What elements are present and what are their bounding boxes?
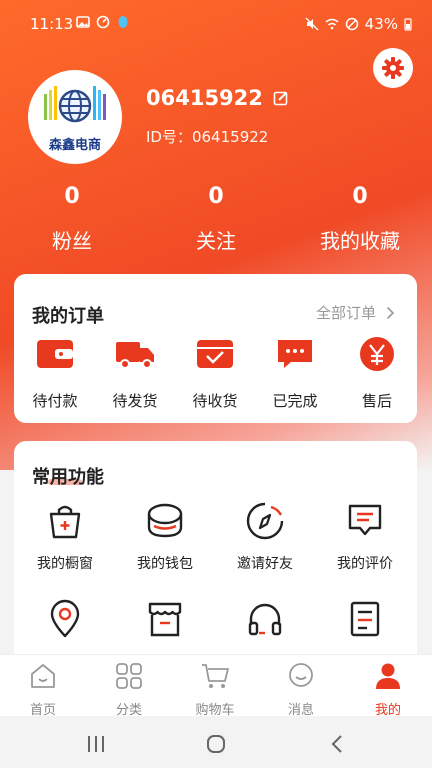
order-label: 待收货 [192,392,238,410]
tool-customer-service[interactable] [215,599,315,651]
avatar[interactable]: 森鑫电商 [28,70,122,164]
stat-label: 关注 [196,229,236,253]
order-label: 待发货 [112,392,158,410]
tab-category[interactable]: 分类 [86,661,172,718]
dnd-icon [345,17,358,31]
stat-value: 0 [208,184,224,209]
tool-label: 邀请好友 [237,556,293,572]
bottom-tab-bar: 首页 分类 购物车 消息 我的 [0,654,432,718]
gear-icon [382,57,404,79]
user-id: ID号：06415922 [146,128,269,146]
home-icon [31,664,55,688]
tab-messages[interactable]: 消息 [258,661,344,718]
qq-icon [118,16,128,28]
order-label: 售后 [361,392,392,410]
cart-icon [202,664,229,688]
tools-title: 常用功能 [32,467,104,488]
status-bar: 11:13 43% [0,0,432,46]
tool-documents[interactable] [315,599,415,651]
orders-title: 我的订单 [32,306,104,327]
wifi-icon [325,18,339,30]
all-orders-link[interactable]: 全部订单 [316,302,395,323]
order-pending-payment[interactable]: 待付款 [15,336,95,411]
location-icon [50,599,80,638]
orders-card: 我的订单 全部订单 待付款 待发货 待收货 已完成 售后 [14,274,417,423]
stat-value: 0 [64,184,80,209]
tool-address[interactable] [15,599,115,651]
stat-following[interactable]: 0 关注 [146,184,286,254]
username: 06415922 [146,86,263,110]
username-row: 06415922 [146,86,289,110]
order-completed[interactable]: 已完成 [255,336,335,411]
image-icon [76,16,90,28]
tool-label: 我的钱包 [137,556,193,572]
logo-text: 森鑫电商 [48,138,101,153]
category-icon [116,663,142,689]
yen-icon [360,337,394,371]
chat-done-icon [278,340,312,368]
shop-bag-icon [49,505,81,539]
status-time: 11:13 [30,15,74,33]
compass-icon [246,502,284,540]
tab-home[interactable]: 首页 [0,661,86,718]
tool-label: 我的评价 [337,556,393,572]
tab-mine[interactable]: 我的 [345,661,431,718]
battery-percent: 43% [364,15,398,33]
tab-cart[interactable]: 购物车 [172,661,258,718]
order-label: 已完成 [272,392,318,410]
tool-wallet[interactable]: 我的钱包 [115,501,215,573]
chevron-right-icon [386,306,395,319]
tool-invite-friends[interactable]: 邀请好友 [215,501,315,573]
document-icon [350,601,380,637]
edit-icon[interactable] [273,90,289,106]
system-nav-bar [0,716,432,768]
receive-icon [197,340,233,368]
stat-favorites[interactable]: 0 我的收藏 [290,184,430,254]
wallet-coins-icon [147,503,183,538]
stat-label: 我的收藏 [320,229,400,253]
order-after-sale[interactable]: 售后 [337,336,417,411]
stat-fans[interactable]: 0 粉丝 [2,184,142,254]
truck-icon [116,342,154,369]
battery-icon [404,18,412,31]
comment-icon [348,504,382,536]
tool-label: 我的橱窗 [37,556,93,572]
order-pending-shipment[interactable]: 待发货 [95,336,175,411]
tool-my-reviews[interactable]: 我的评价 [315,501,415,573]
tool-showcase[interactable]: 我的橱窗 [15,501,115,573]
all-orders-label: 全部订单 [315,304,376,322]
tools-card: 常用功能 我的橱窗 我的钱包 邀请好友 我的评价 [14,441,417,681]
order-pending-receipt[interactable]: 待收货 [175,336,255,411]
profile-icon [376,663,400,689]
store-icon [148,602,182,637]
stat-value: 0 [352,184,368,209]
settings-button[interactable] [373,48,413,88]
wallet-icon [37,340,73,368]
stat-label: 粉丝 [52,229,92,253]
speed-icon [96,15,110,29]
headset-icon [248,603,282,636]
mute-icon [305,17,319,31]
home-button-icon[interactable] [204,732,228,756]
order-label: 待付款 [32,392,78,410]
back-icon[interactable] [326,732,350,756]
tool-store[interactable] [115,599,215,651]
message-icon [289,663,313,687]
recent-apps-icon[interactable] [84,732,108,756]
